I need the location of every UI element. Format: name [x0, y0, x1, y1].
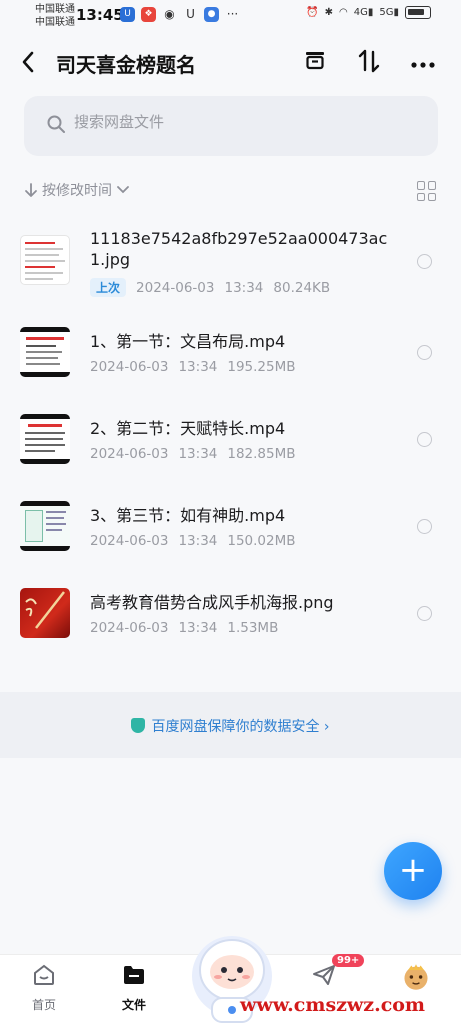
system-icons: ⏰ ✱ ◠ 4G▮ 5G▮ — [306, 6, 431, 19]
more-button[interactable] — [408, 48, 438, 78]
app-notification-icon: U — [120, 7, 135, 22]
file-time: 13:34 — [178, 533, 218, 549]
file-size: 80.24KB — [273, 279, 331, 296]
file-name: 2、第二节：天赋特长.mp4 — [90, 419, 286, 438]
search-icon — [47, 115, 65, 133]
archive-button[interactable] — [300, 48, 330, 78]
search-input[interactable] — [74, 113, 374, 131]
document-thumbnail — [20, 235, 70, 285]
bluetooth-icon: ✱ — [324, 7, 333, 18]
file-name: 高考教育借势合成风手机海报.png — [90, 593, 334, 612]
wifi-icon: ◠ — [338, 7, 348, 18]
archive-icon — [306, 52, 324, 70]
wechat-icon: ◉ — [164, 7, 175, 21]
file-size: 195.25MB — [227, 359, 296, 375]
file-size: 182.85MB — [227, 446, 296, 462]
status-bar: 中国联通 中国联通 13:45 U ❖ ◉ U ● ··· ⏰ ✱ ◠ 4G▮ … — [0, 0, 461, 32]
back-button[interactable] — [18, 48, 46, 76]
file-meta: 2024-06-03 13:34 1.53MB — [90, 620, 278, 636]
file-row[interactable]: 1、第一节：文昌布局.mp4 2024-06-03 13:34 195.25MB — [0, 322, 461, 402]
file-date: 2024-06-03 — [136, 279, 215, 296]
file-time: 13:34 — [178, 359, 218, 375]
select-radio[interactable] — [417, 254, 432, 269]
select-radio[interactable] — [417, 432, 432, 447]
notification-icons: U ❖ ◉ U ● ··· — [120, 7, 240, 22]
app-notification-icon: U — [186, 7, 195, 21]
video-thumbnail — [20, 327, 70, 377]
last-opened-badge: 上次 — [90, 278, 127, 297]
alarm-icon: ⏰ — [306, 7, 319, 18]
grid-view-icon — [417, 181, 425, 190]
chevron-down-icon — [117, 186, 129, 194]
plus-icon: + — [398, 850, 428, 890]
file-row[interactable]: 高考教育借势合成风手机海报.png 2024-06-03 13:34 1.53M… — [0, 583, 461, 663]
file-meta: 2024-06-03 13:34 195.25MB — [90, 359, 296, 375]
brush-pen-icon — [25, 591, 65, 629]
file-name: 3、第三节：如有神助.mp4 — [90, 506, 286, 525]
file-time: 13:34 — [224, 279, 264, 296]
watermark: www.cmszwz.com — [240, 994, 426, 1016]
sort-selector[interactable]: 按修改时间 — [24, 180, 130, 200]
file-row[interactable]: 2、第二节：天赋特长.mp4 2024-06-03 13:34 182.85MB — [0, 409, 461, 489]
select-radio[interactable] — [417, 345, 432, 360]
file-date: 2024-06-03 — [90, 620, 169, 636]
file-size: 1.53MB — [227, 620, 279, 636]
select-radio[interactable] — [417, 519, 432, 534]
folder-icon — [124, 966, 144, 984]
sort-label: 按修改时间 — [42, 183, 112, 199]
battery-icon — [405, 6, 431, 19]
swap-vertical-icon — [358, 49, 380, 73]
avatar-icon — [404, 964, 428, 990]
more-dots-icon — [411, 62, 435, 68]
carrier-2: 中国联通 — [35, 17, 75, 28]
file-name: 1、第一节：文昌布局.mp4 — [90, 332, 286, 351]
app-notification-icon: ● — [204, 7, 219, 22]
poster-thumbnail — [20, 588, 70, 638]
more-notifications-icon: ··· — [226, 7, 239, 21]
chevron-right-icon: › — [319, 719, 330, 735]
select-radio[interactable] — [417, 606, 432, 621]
carrier-labels: 中国联通 中国联通 — [35, 3, 75, 29]
signal-1-icon: 4G▮ — [353, 7, 374, 18]
add-button[interactable]: + — [384, 842, 442, 900]
file-date: 2024-06-03 — [90, 533, 169, 549]
chevron-left-icon — [22, 51, 34, 73]
file-meta: 2024-06-03 13:34 150.02MB — [90, 533, 296, 549]
carrier-1: 中国联通 — [35, 4, 75, 15]
file-date: 2024-06-03 — [90, 446, 169, 462]
grid-view-button[interactable] — [417, 181, 437, 201]
video-thumbnail — [20, 501, 70, 551]
file-row[interactable]: 3、第三节：如有神助.mp4 2024-06-03 13:34 150.02MB — [0, 496, 461, 576]
app-notification-icon: ❖ — [141, 7, 156, 22]
messages-badge: 99+ — [332, 954, 365, 967]
file-meta: 2024-06-03 13:34 182.85MB — [90, 446, 296, 462]
shield-icon — [131, 718, 146, 733]
nav-label-home: 首页 — [31, 998, 56, 1012]
header: 司天喜金榜题名 — [0, 38, 461, 86]
signal-2-icon: 5G▮ — [379, 7, 399, 18]
safety-text: 百度网盘保障你的数据安全 — [151, 719, 320, 735]
status-time: 13:45 — [76, 6, 124, 24]
nav-label-files: 文件 — [121, 998, 146, 1012]
nav-item-share[interactable] — [294, 963, 354, 996]
send-icon — [313, 965, 335, 985]
page-title: 司天喜金榜题名 — [56, 53, 196, 77]
nav-item-home[interactable]: 首页 — [14, 963, 74, 1013]
arrow-down-icon — [25, 183, 37, 197]
file-row[interactable]: 11183e7542a8fb297e52aa000473ac1.jpg 上次 2… — [0, 222, 461, 302]
video-thumbnail — [20, 414, 70, 464]
file-name: 11183e7542a8fb297e52aa000473ac1.jpg — [90, 229, 388, 269]
safety-banner[interactable]: 百度网盘保障你的数据安全 › — [0, 692, 461, 758]
file-date: 2024-06-03 — [90, 359, 169, 375]
file-time: 13:34 — [178, 446, 218, 462]
sort-order-button[interactable] — [354, 48, 384, 78]
file-size: 150.02MB — [227, 533, 296, 549]
nav-item-files[interactable]: 文件 — [104, 963, 164, 1013]
search-bar[interactable] — [24, 96, 438, 156]
file-meta: 上次 2024-06-03 13:34 80.24KB — [90, 278, 330, 297]
file-time: 13:34 — [178, 620, 218, 636]
home-icon — [34, 964, 54, 985]
